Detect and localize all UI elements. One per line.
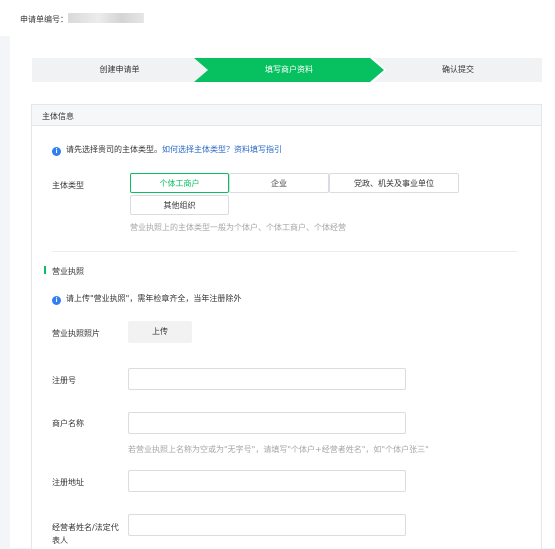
info-icon: i xyxy=(52,296,61,305)
step-create-application: 创建申请单 xyxy=(32,58,207,82)
progress-steps: 创建申请单 确认提交 填写商户资料 xyxy=(32,58,542,82)
top-bar: 申请单编号： xyxy=(0,0,555,36)
license-photo-label: 营业执照照片 xyxy=(52,329,100,338)
subject-option-other[interactable]: 其他组织 xyxy=(130,195,229,215)
section-divider xyxy=(52,251,517,252)
subject-option-individual[interactable]: 个体工商户 xyxy=(130,173,229,193)
upload-button[interactable]: 上传 xyxy=(128,321,192,343)
info-icon: i xyxy=(52,147,61,156)
legal-representative-label-line2: 表人 xyxy=(52,536,68,545)
registration-number-label: 注册号 xyxy=(52,376,76,385)
section-marker xyxy=(44,266,46,274)
subject-option-government[interactable]: 党政、机关及事业单位 xyxy=(329,173,459,193)
subject-section-header: 主体信息 xyxy=(32,105,541,126)
subject-option-enterprise[interactable]: 企业 xyxy=(229,173,329,193)
application-no-label: 申请单编号： xyxy=(20,15,68,24)
legal-representative-label-line1: 经营者姓名/法定代 xyxy=(52,523,119,532)
subject-type-label: 主体类型 xyxy=(52,181,84,190)
license-section-title: 营业执照 xyxy=(52,267,84,276)
subject-notice-text: 请先选择贵司的主体类型。 xyxy=(66,145,162,154)
merchant-name-label: 商户名称 xyxy=(52,419,84,428)
legal-representative-input[interactable] xyxy=(128,514,406,536)
subject-type-hint: 营业执照上的主体类型一般为个体户、个体工商户、个体经营 xyxy=(130,223,346,232)
license-notice: i 请上传"营业执照"，需年检章齐全，当年注册除外 xyxy=(52,293,241,305)
license-notice-text: 请上传"营业执照"，需年检章齐全，当年注册除外 xyxy=(66,294,242,303)
application-no-redacted xyxy=(68,13,144,23)
merchant-name-input[interactable] xyxy=(128,412,406,434)
subject-notice: i 请先选择贵司的主体类型。如何选择主体类型？资料填写指引 xyxy=(52,144,282,156)
step-fill-merchant-info: 填写商户资料 xyxy=(194,58,384,82)
registration-number-input[interactable] xyxy=(128,368,406,390)
subject-section-title: 主体信息 xyxy=(42,112,74,121)
subject-guide-link[interactable]: 如何选择主体类型？资料填写指引 xyxy=(162,145,282,154)
merchant-name-hint: 若营业执照上名称为空或为"无字号"，请填写"个体户+经营者姓名"，如"个体户张三… xyxy=(128,445,429,454)
step-confirm-submit: 确认提交 xyxy=(374,58,542,82)
legal-representative-label: 经营者姓名/法定代 表人 xyxy=(52,521,119,547)
registered-address-input[interactable] xyxy=(128,470,406,492)
registered-address-label: 注册地址 xyxy=(52,478,84,487)
